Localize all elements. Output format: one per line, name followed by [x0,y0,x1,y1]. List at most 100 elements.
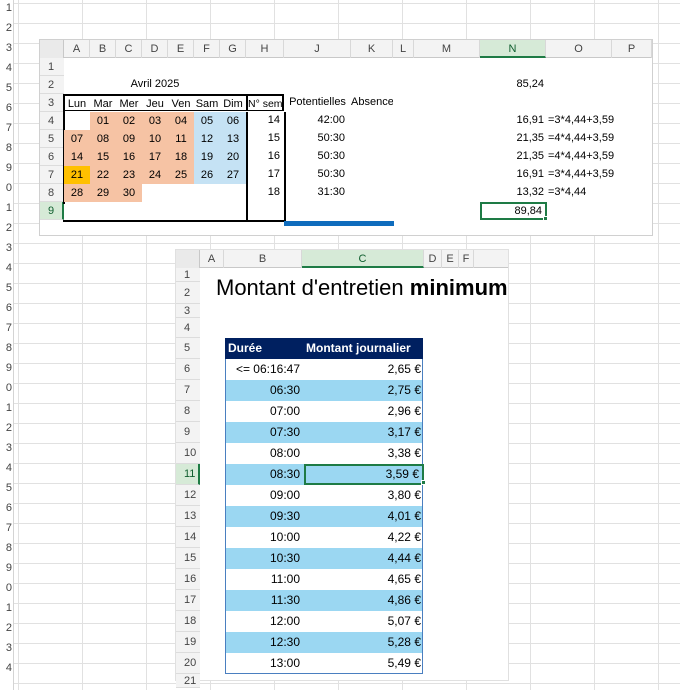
row-header-7[interactable]: 7 [40,166,64,184]
duree-cell[interactable]: 12:30 [226,632,304,653]
montant-cell[interactable]: 3,59 € [304,464,424,485]
row-header-5[interactable]: 5 [176,338,200,359]
calendar-day-cell[interactable]: 23 [116,166,142,184]
row-header-7[interactable]: 7 [176,380,200,401]
calendar-day-cell[interactable]: 09 [116,130,142,148]
calendar-day-cell[interactable]: 05 [194,112,220,130]
montant-cell[interactable]: 3,80 € [304,485,424,506]
potentielles-cell[interactable]: 50:30 [284,166,345,183]
cell-o-formula[interactable]: =3*4,44+3,59 [546,112,652,129]
row-header-12[interactable]: 12 [176,485,200,506]
column-header-f[interactable]: F [194,40,220,58]
calendar-day-cell[interactable]: 14 [64,148,90,166]
column-header-c[interactable]: C [116,40,142,58]
day-header-ven[interactable]: Ven [168,94,194,111]
row-header-17[interactable]: 17 [176,590,200,611]
cell-n-value[interactable]: 13,32 [480,184,544,201]
row-header-14[interactable]: 14 [176,527,200,548]
select-all-corner[interactable] [176,250,200,268]
calendar-day-cell[interactable]: 28 [64,184,90,202]
montant-cell[interactable]: 4,86 € [304,590,424,611]
duree-cell[interactable]: 11:30 [226,590,304,611]
calendar-day-cell[interactable]: 03 [142,112,168,130]
cell-n9-selected[interactable]: 89,84 [480,202,547,220]
cell-n2[interactable]: 85,24 [480,76,544,93]
calendar-day-cell[interactable]: 29 [90,184,116,202]
day-header-mar[interactable]: Mar [90,94,116,111]
column-header-l[interactable]: L [393,40,414,58]
row-header-8[interactable]: 8 [40,184,64,202]
sheet-title[interactable]: Montant d'entretien minimum [216,275,508,301]
calendar-day-cell[interactable]: 08 [90,130,116,148]
calendar-day-cell[interactable]: 17 [142,148,168,166]
row-header-19[interactable]: 19 [176,632,200,653]
duree-cell[interactable]: 07:30 [226,422,304,443]
calendar-day-cell[interactable]: 16 [116,148,142,166]
column-header-o[interactable]: O [546,40,612,58]
row-header-10[interactable]: 10 [176,443,200,464]
row-header-21[interactable]: 21 [176,674,200,688]
duree-cell[interactable]: 09:30 [226,506,304,527]
row-header-5[interactable]: 5 [40,130,64,148]
cell-n-value[interactable]: 21,35 [480,130,544,147]
row-header-16[interactable]: 16 [176,569,200,590]
week-number-header[interactable]: N° sem [246,94,284,111]
row-header-9[interactable]: 9 [40,202,64,220]
calendar-day-cell[interactable]: 25 [168,166,194,184]
day-header-sam[interactable]: Sam [194,94,220,111]
calendar-day-cell[interactable]: 07 [64,130,90,148]
column-header-k[interactable]: K [351,40,393,58]
potentielles-cell[interactable]: 50:30 [284,148,345,165]
calendar-day-cell[interactable]: 04 [168,112,194,130]
month-title[interactable]: Avril 2025 [64,76,246,93]
column-header-f[interactable]: F [459,250,474,268]
row-header-9[interactable]: 9 [176,422,200,443]
duree-cell[interactable]: 10:30 [226,548,304,569]
calendar-day-cell[interactable]: 11 [168,130,194,148]
row-header-20[interactable]: 20 [176,653,200,674]
calendar-day-cell[interactable] [220,184,246,202]
column-header-g[interactable]: G [220,40,246,58]
calendar-day-cell[interactable] [64,112,90,130]
row-header-13[interactable]: 13 [176,506,200,527]
duree-cell[interactable]: 08:00 [226,443,304,464]
column-header-n[interactable]: N [480,40,546,58]
montant-cell[interactable]: 2,96 € [304,401,424,422]
row-header-11[interactable]: 11 [176,464,200,485]
row-header-1[interactable]: 1 [40,58,64,76]
column-header-a[interactable]: A [200,250,224,268]
cell-n-value[interactable]: 16,91 [480,166,544,183]
calendar-day-cell[interactable]: 30 [116,184,142,202]
montant-cell[interactable]: 3,17 € [304,422,424,443]
calendar-day-cell[interactable]: 10 [142,130,168,148]
calendar-day-cell[interactable]: 02 [116,112,142,130]
day-header-mer[interactable]: Mer [116,94,142,111]
column-header-d[interactable]: D [424,250,442,268]
calendar-day-cell[interactable]: 22 [90,166,116,184]
cell-o-formula[interactable]: =4*4,44+3,59 [546,130,652,147]
montant-cell[interactable]: 4,22 € [304,527,424,548]
column-header-e[interactable]: E [168,40,194,58]
cell-n-value[interactable]: 21,35 [480,148,544,165]
row-header-2[interactable]: 2 [40,76,64,94]
fill-handle[interactable] [543,216,548,221]
duree-cell[interactable]: 10:00 [226,527,304,548]
montant-cell[interactable]: 3,38 € [304,443,424,464]
row-header-4[interactable]: 4 [40,112,64,130]
duree-cell[interactable]: 13:00 [226,653,304,674]
calendar-day-cell[interactable]: 19 [194,148,220,166]
row-header-3[interactable]: 3 [40,94,64,112]
calendar-day-cell[interactable]: 21 [64,166,90,184]
row-header-2[interactable]: 2 [176,282,200,304]
calendar-day-cell[interactable] [194,184,220,202]
potentielles-cell[interactable]: 42:00 [284,112,345,129]
calendar-day-cell[interactable]: 06 [220,112,246,130]
duree-cell[interactable]: 08:30 [226,464,304,485]
montant-cell[interactable]: 5,28 € [304,632,424,653]
duree-cell[interactable]: <= 06:16:47 [226,359,304,380]
row-header-6[interactable]: 6 [40,148,64,166]
duree-cell[interactable]: 11:00 [226,569,304,590]
day-header-jeu[interactable]: Jeu [142,94,168,111]
cell-n-value[interactable]: 16,91 [480,112,544,129]
calendar-day-cell[interactable]: 12 [194,130,220,148]
